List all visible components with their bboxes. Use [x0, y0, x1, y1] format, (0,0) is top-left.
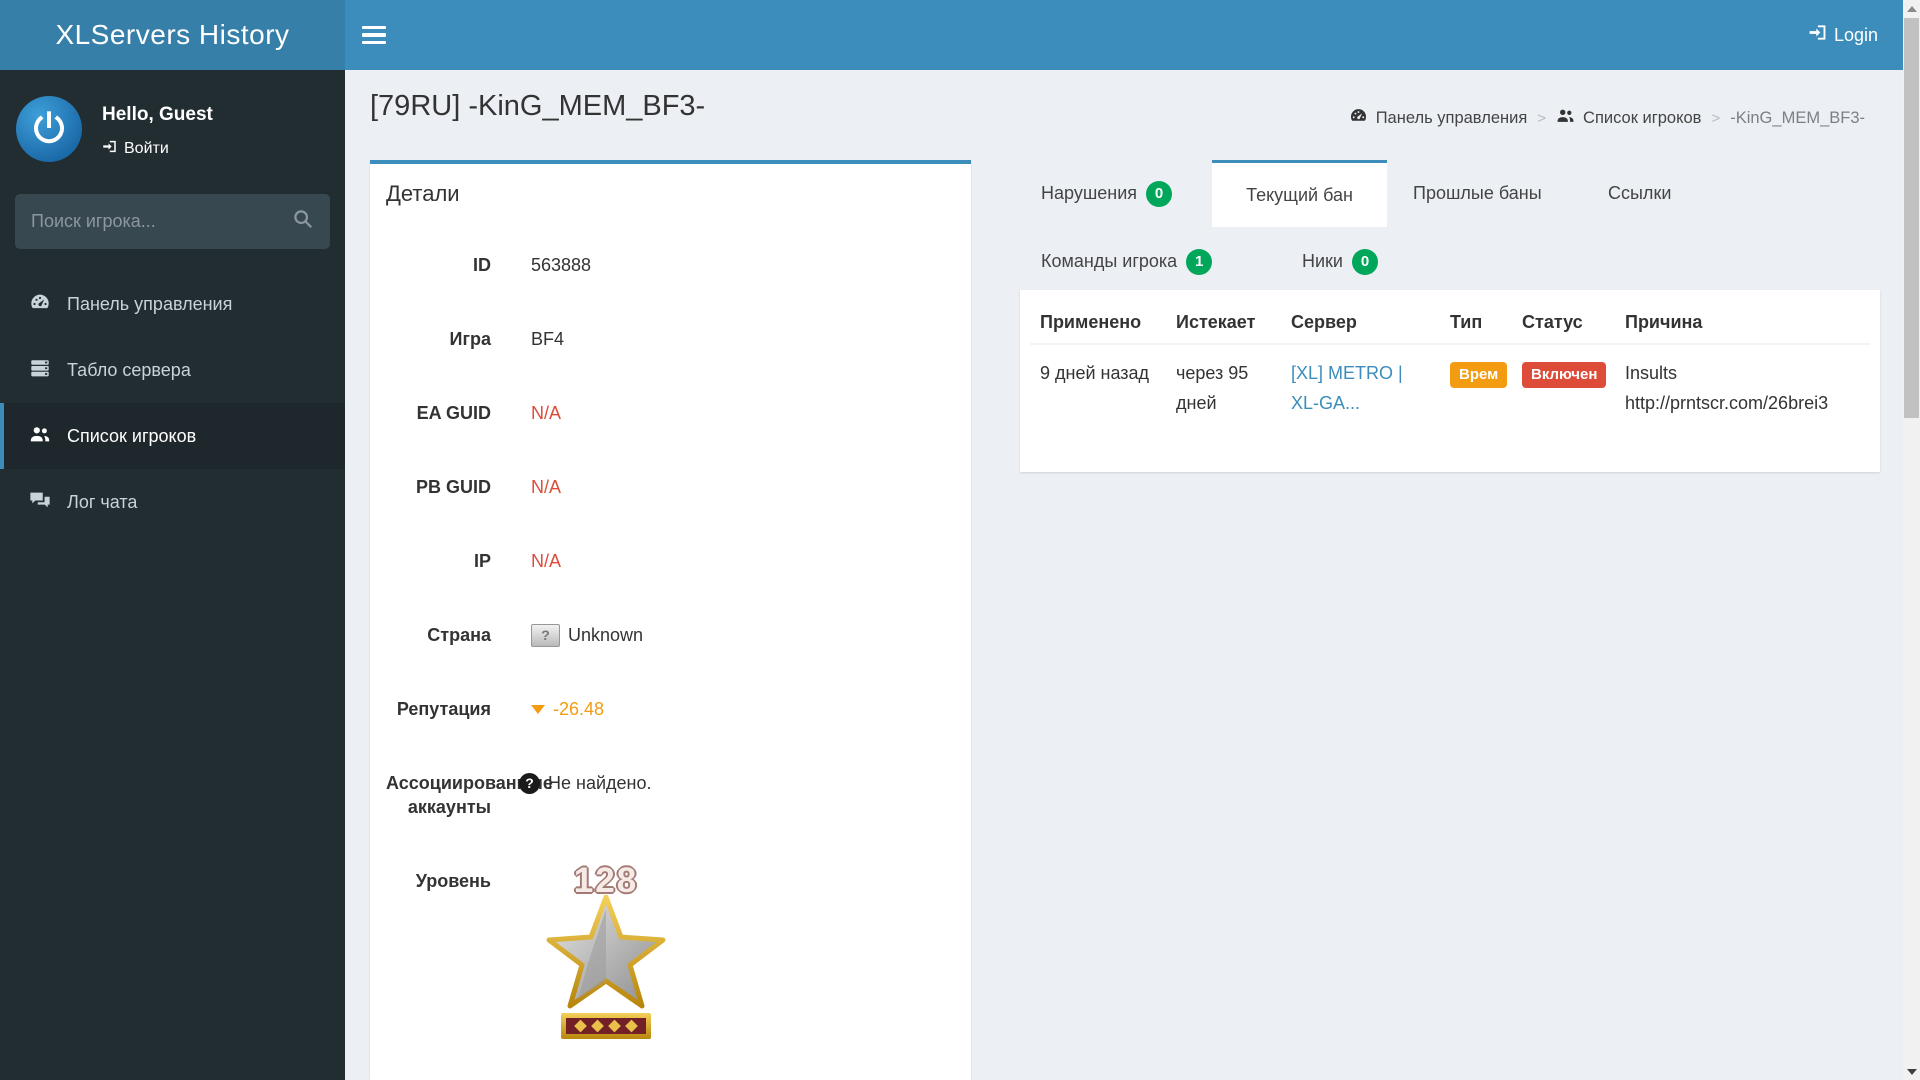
brand-logo[interactable]: XLServers History — [0, 0, 345, 70]
level-number: 128 — [573, 861, 639, 900]
sidebar-item-scoreboard[interactable]: Табло сервера — [0, 337, 345, 403]
table-header-row: Применено Истекает Сервер Тип Статус При… — [1030, 298, 1870, 345]
sidebar-item-label: Табло сервера — [67, 359, 191, 380]
sidebar-item-players[interactable]: Список игроков — [0, 403, 345, 469]
field-game: Игра BF4 — [449, 329, 565, 349]
arrow-down-icon — [1906, 1068, 1917, 1075]
table-row: 9 дней назад через 95 дней [XL] METRO | … — [1030, 344, 1870, 431]
field-ip: IP N/A — [473, 551, 562, 571]
caret-down-icon — [531, 704, 545, 714]
breadcrumb-separator: > — [1537, 109, 1547, 127]
ban-type-badge: Врем — [1450, 362, 1508, 388]
field-pb-guid-value: N/A — [531, 477, 562, 497]
field-country: Страна ? Unknown — [427, 623, 644, 647]
teams-count-badge: 1 — [1186, 248, 1213, 275]
field-ea-guid-value: N/A — [531, 403, 562, 423]
ban-status-badge: Включен — [1522, 362, 1607, 388]
tab-nicknames[interactable]: Ники 0 — [1302, 228, 1378, 295]
rank-star-icon — [545, 894, 667, 1049]
details-panel-title: Детали — [386, 181, 460, 206]
field-reputation-value: -26.48 — [553, 699, 605, 719]
violations-count-badge: 0 — [1146, 180, 1173, 207]
main-content: [79RU] -KinG_MEM_BF3- Панель управления … — [345, 70, 1903, 1080]
search-icon[interactable] — [292, 208, 314, 235]
sidebar-item-label: Панель управления — [67, 293, 233, 314]
greeting-text: Hello, Guest — [102, 104, 213, 125]
sidebar-login-link[interactable]: Войти — [102, 139, 213, 159]
sidebar-item-label: Список игроков — [67, 425, 197, 446]
unknown-flag-icon: ? — [531, 623, 560, 647]
user-panel: Hello, Guest Войти — [0, 70, 345, 172]
dashboard-icon — [29, 291, 51, 318]
sidebar-toggle-button[interactable] — [345, 0, 403, 70]
current-ban-table: Применено Истекает Сервер Тип Статус При… — [1020, 290, 1880, 472]
sidebar: Hello, Guest Войти Панель управления — [0, 70, 345, 1080]
login-label: Login — [1833, 24, 1878, 45]
level-rank-badge: 128 — [531, 861, 681, 1049]
tab-player-teams[interactable]: Команды игрока 1 — [1041, 228, 1213, 295]
hamburger-icon — [362, 25, 386, 30]
server-link[interactable]: [XL] METRO | XL-GA... — [1291, 363, 1403, 413]
tab-links[interactable]: Ссылки — [1608, 160, 1671, 227]
col-status: Статус — [1512, 298, 1615, 345]
scroll-up-button[interactable] — [1903, 0, 1920, 17]
col-reason: Причина — [1615, 298, 1870, 345]
users-icon — [1556, 106, 1575, 130]
field-level: Уровень 128 — [386, 861, 955, 1049]
col-server: Сервер — [1281, 298, 1440, 345]
sign-in-icon — [1808, 23, 1827, 47]
sidebar-item-dashboard[interactable]: Панель управления — [0, 271, 345, 337]
question-circle-icon: ? — [519, 772, 540, 794]
col-applied: Применено — [1030, 298, 1166, 345]
field-id-value: 563888 — [531, 255, 592, 275]
col-type: Тип — [1440, 298, 1512, 345]
sidebar-item-chatlog[interactable]: Лог чата — [0, 469, 345, 535]
power-icon — [29, 107, 69, 152]
breadcrumb: Панель управления > Список игроков > -Ki… — [1349, 106, 1865, 130]
col-expires: Истекает — [1166, 298, 1281, 345]
avatar — [16, 96, 82, 162]
arrow-up-icon — [1906, 5, 1917, 12]
page-title: [79RU] -KinG_MEM_BF3- — [370, 90, 706, 122]
login-button[interactable]: Login — [1808, 0, 1878, 70]
breadcrumb-players[interactable]: Список игроков — [1556, 106, 1701, 130]
vertical-scrollbar[interactable] — [1903, 0, 1920, 1080]
breadcrumb-dashboard[interactable]: Панель управления — [1349, 106, 1527, 130]
breadcrumb-current: -KinG_MEM_BF3- — [1730, 108, 1865, 127]
field-ip-value: N/A — [531, 551, 562, 571]
field-id: ID 563888 — [473, 255, 592, 275]
sign-in-icon — [102, 139, 117, 159]
player-search — [15, 194, 330, 249]
users-icon — [29, 423, 51, 450]
ban-expires: через 95 дней — [1176, 363, 1249, 413]
field-associated-accounts: Ассоциированные аккаунты ? Не найдено. — [386, 772, 652, 817]
server-icon — [29, 357, 51, 384]
content-header: [79RU] -KinG_MEM_BF3- Панель управления … — [345, 70, 1903, 160]
field-reputation: Репутация -26.48 — [396, 699, 605, 719]
tab-past-bans[interactable]: Прошлые баны — [1413, 160, 1542, 227]
sidebar-menu: Панель управления Табло сервера Список и… — [0, 271, 345, 535]
field-pb-guid: PB GUID N/A — [415, 477, 562, 497]
field-country-value: Unknown — [568, 625, 644, 645]
scrollbar-thumb[interactable] — [1904, 18, 1919, 418]
nicknames-count-badge: 0 — [1351, 248, 1378, 275]
dashboard-icon — [1349, 106, 1368, 130]
field-ea-guid: EA GUID N/A — [416, 403, 562, 423]
scroll-down-button[interactable] — [1903, 1063, 1920, 1080]
tab-current-ban[interactable]: Текущий бан — [1212, 160, 1387, 227]
search-input[interactable] — [31, 211, 292, 232]
sidebar-item-label: Лог чата — [67, 491, 138, 512]
tab-violations[interactable]: Нарушения 0 — [1041, 160, 1173, 227]
ban-reason: Insults http://prntscr.com/26brei3 — [1625, 363, 1829, 413]
topbar: XLServers History Login — [0, 0, 1920, 70]
breadcrumb-separator: > — [1711, 109, 1721, 127]
field-game-value: BF4 — [531, 329, 565, 349]
field-associated-value: Не найдено. — [548, 773, 652, 793]
ban-applied: 9 дней назад — [1040, 363, 1150, 383]
chat-icon — [29, 489, 51, 516]
details-panel: Детали ID 563888 Игра BF4 EA GUID N/A PB… — [370, 160, 971, 1080]
